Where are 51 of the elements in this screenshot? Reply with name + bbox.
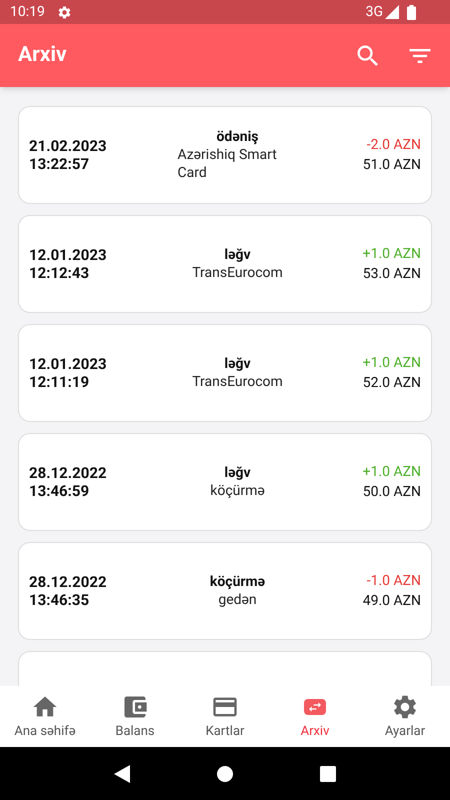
transaction-date: 28.12.2022 bbox=[29, 573, 108, 591]
transaction-amount: +1.0 AZN bbox=[362, 245, 421, 264]
transaction-time: 12:12:43 bbox=[29, 264, 90, 282]
transaction-description: TransEurocom bbox=[192, 264, 283, 282]
transaction-card[interactable]: 21.02.2023 13:22:57 ödəniş Azərishiq Smart Card -2.0 AZN 51.0 AZN bbox=[18, 106, 432, 204]
transaction-amount: -1.0 AZN bbox=[366, 572, 421, 591]
transaction-description: gedən bbox=[218, 591, 257, 609]
transaction-type: ləğv bbox=[224, 464, 251, 482]
transaction-description: Azərishiq Smart Card bbox=[178, 146, 278, 182]
nav-tab[interactable]: Arxiv bbox=[270, 686, 360, 747]
transaction-type: ləğv bbox=[224, 355, 251, 373]
settings-icon bbox=[391, 693, 419, 721]
nav-tab[interactable]: Ayarlar bbox=[360, 686, 450, 747]
app-bar-title: Arxiv bbox=[18, 42, 68, 69]
nav-tab[interactable]: Kartlar bbox=[180, 686, 270, 747]
balance-amount: 50.0 AZN bbox=[362, 483, 421, 502]
nav-tab[interactable]: Balans bbox=[90, 686, 180, 747]
transaction-type: ödəniş bbox=[216, 128, 258, 146]
home-icon[interactable] bbox=[216, 766, 233, 782]
transaction-amount: +1.0 AZN bbox=[362, 354, 421, 373]
recents-icon[interactable] bbox=[320, 766, 336, 782]
back-icon[interactable] bbox=[114, 764, 130, 782]
balance-amount: 51.0 AZN bbox=[362, 156, 421, 175]
transaction-type: köçürmə bbox=[210, 573, 266, 591]
transaction-amount: +1.0 AZN bbox=[362, 463, 421, 482]
transaction-card[interactable]: 12.01.2023 12:11:19 ləğv TransEurocom +1.0 AZN 52.0 AZN bbox=[18, 324, 432, 422]
transaction-card[interactable]: 28.12.2022 13:46:35 köçürmə gedən -1.0 AZN 49.0 AZN bbox=[18, 542, 432, 640]
transaction-amount: -2.0 AZN bbox=[366, 136, 421, 155]
battery-icon bbox=[407, 4, 416, 20]
transaction-time: 13:22:57 bbox=[29, 155, 90, 173]
transaction-time: 13:46:59 bbox=[29, 482, 90, 500]
transaction-date: 12.01.2023 bbox=[29, 355, 108, 373]
transaction-description: TransEurocom bbox=[192, 373, 283, 391]
balance-amount: 49.0 AZN bbox=[362, 592, 421, 611]
balance-amount: 53.0 AZN bbox=[362, 265, 421, 284]
transaction-card[interactable]: 12.01.2023 12:12:43 ləğv TransEurocom +1.0 AZN 53.0 AZN bbox=[18, 215, 432, 313]
balance-amount: 52.0 AZN bbox=[362, 374, 421, 393]
swap-arrows-icon bbox=[304, 699, 326, 715]
transaction-description: köçürmə bbox=[210, 482, 265, 500]
network-type: 3G bbox=[366, 2, 383, 22]
transaction-date: 12.01.2023 bbox=[29, 246, 108, 264]
transaction-date: 28.12.2022 bbox=[29, 464, 108, 482]
transaction-time: 13:46:35 bbox=[29, 591, 90, 609]
signal-icon bbox=[385, 5, 399, 19]
transaction-card[interactable]: 28.12.2022 13:46:59 ləğv köçürmə +1.0 AZN 50.0 AZN bbox=[18, 433, 432, 531]
transaction-time: 12:11:19 bbox=[29, 373, 90, 391]
transaction-type: ləğv bbox=[224, 246, 251, 264]
status-time: 10:19 bbox=[10, 2, 45, 22]
transaction-date: 21.02.2023 bbox=[29, 137, 108, 155]
settings-icon bbox=[56, 4, 72, 20]
nav-tab[interactable]: Ana səhifə bbox=[0, 686, 90, 747]
